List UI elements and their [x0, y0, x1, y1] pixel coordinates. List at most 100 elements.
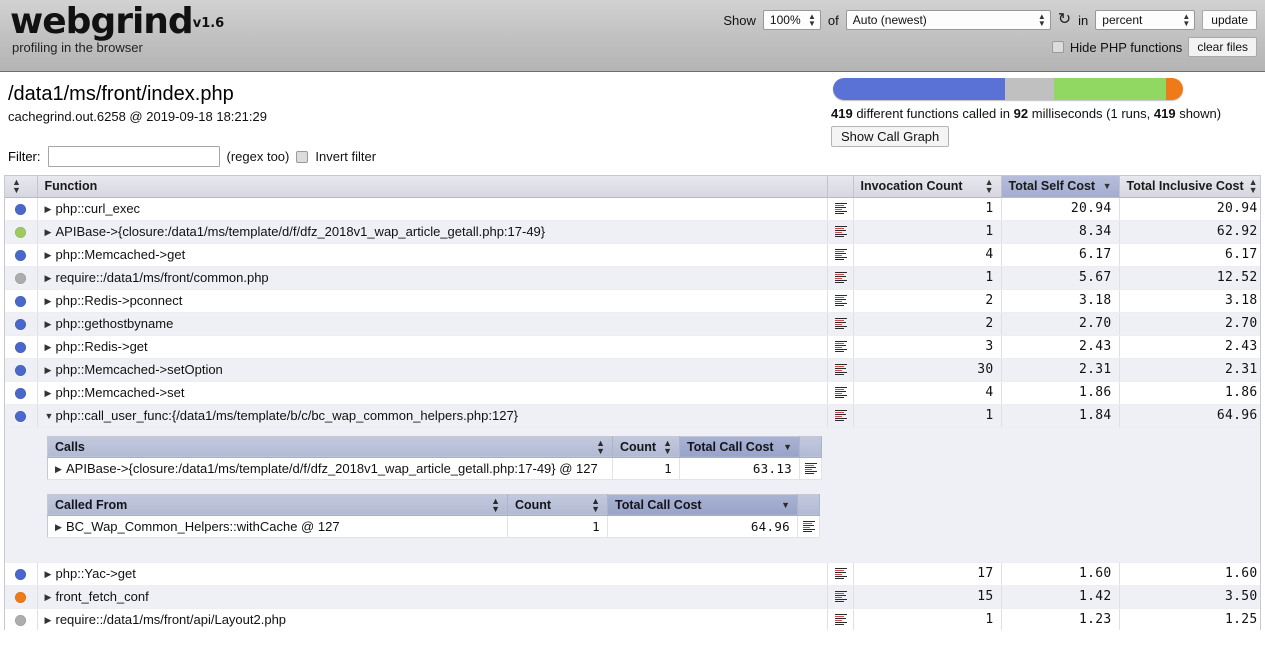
show-call-graph-button[interactable]: Show Call Graph	[831, 126, 949, 147]
source-preview-cell[interactable]	[827, 243, 853, 266]
cost-format-select[interactable]: percent ▲▼	[1095, 10, 1195, 30]
column-header-color[interactable]: ▲▼	[5, 176, 37, 197]
code-preview-icon[interactable]	[835, 410, 847, 423]
code-preview-icon[interactable]	[835, 568, 847, 581]
invocation-count-cell: 4	[853, 381, 1001, 404]
function-table-row[interactable]: ▶php::Yac->get171.601.60	[5, 562, 1261, 585]
called-from-header-name[interactable]: Called From▲▼	[48, 494, 508, 515]
source-preview-cell[interactable]	[827, 381, 853, 404]
invocation-count-cell: 4	[853, 243, 1001, 266]
function-table-row[interactable]: ▶php::Memcached->set41.861.86	[5, 381, 1261, 404]
function-name-cell[interactable]: ▶php::Memcached->get	[37, 243, 827, 266]
function-table-row[interactable]: ▶php::Memcached->setOption302.312.31	[5, 358, 1261, 381]
expand-arrow-icon[interactable]: ▶	[45, 592, 56, 603]
function-table-container[interactable]: ▲▼ Function Invocation Count ▲▼ Total Se…	[4, 175, 1261, 630]
filter-input[interactable]	[48, 146, 220, 167]
column-header-total-self-cost[interactable]: Total Self Cost ▼	[1001, 176, 1119, 197]
function-table-row[interactable]: ▼php::call_user_func:{/data1/ms/template…	[5, 404, 1261, 427]
update-button[interactable]: update	[1202, 10, 1257, 30]
code-preview-icon[interactable]	[835, 364, 847, 377]
expand-arrow-icon[interactable]: ▶	[55, 522, 66, 533]
code-preview-icon[interactable]	[835, 249, 847, 262]
source-preview-cell[interactable]	[827, 289, 853, 312]
called-from-row-icon[interactable]	[798, 515, 820, 537]
function-table-row[interactable]: ▶php::Redis->pconnect23.183.18	[5, 289, 1261, 312]
code-preview-icon[interactable]	[805, 463, 817, 476]
percentage-select[interactable]: 100% ▲▼	[763, 10, 821, 30]
code-preview-icon[interactable]	[835, 203, 847, 216]
called-from-row[interactable]: ▶BC_Wap_Common_Helpers::withCache @ 1271…	[48, 515, 820, 537]
called-from-header-cost[interactable]: Total Call Cost▼	[608, 494, 798, 515]
source-preview-cell[interactable]	[827, 585, 853, 608]
source-preview-cell[interactable]	[827, 562, 853, 585]
source-preview-cell[interactable]	[827, 335, 853, 358]
hide-php-functions-checkbox[interactable]	[1052, 41, 1064, 53]
function-name-cell[interactable]: ▶require::/data1/ms/front/api/Layout2.ph…	[37, 608, 827, 630]
expand-arrow-icon[interactable]: ▶	[45, 615, 56, 626]
function-name-cell[interactable]: ▶php::Redis->get	[37, 335, 827, 358]
code-preview-icon[interactable]	[835, 226, 847, 239]
function-table-row[interactable]: ▶require::/data1/ms/front/common.php15.6…	[5, 266, 1261, 289]
function-name-cell[interactable]: ▶APIBase->{closure:/data1/ms/template/d/…	[37, 220, 827, 243]
code-preview-icon[interactable]	[835, 591, 847, 604]
source-preview-cell[interactable]	[827, 358, 853, 381]
source-preview-cell[interactable]	[827, 312, 853, 335]
refresh-icon[interactable]: ↻	[1058, 12, 1071, 28]
column-header-function[interactable]: Function	[37, 176, 827, 197]
code-preview-icon[interactable]	[835, 614, 847, 627]
expand-arrow-icon[interactable]: ▶	[45, 388, 56, 399]
source-preview-cell[interactable]	[827, 266, 853, 289]
expand-arrow-icon[interactable]: ▶	[45, 319, 56, 330]
called-from-header-count[interactable]: Count▲▼	[508, 494, 608, 515]
code-preview-icon[interactable]	[835, 272, 847, 285]
collapse-arrow-icon[interactable]: ▼	[45, 411, 56, 421]
calls-header-count[interactable]: Count▲▼	[613, 436, 680, 457]
code-preview-icon[interactable]	[835, 341, 847, 354]
code-preview-icon[interactable]	[835, 387, 847, 400]
source-preview-cell[interactable]	[827, 197, 853, 220]
function-name-cell[interactable]: ▶php::Memcached->setOption	[37, 358, 827, 381]
column-header-total-inclusive-cost[interactable]: Total Inclusive Cost ▲▼	[1119, 176, 1261, 197]
function-table-row[interactable]: ▶front_fetch_conf151.423.50	[5, 585, 1261, 608]
function-name-cell[interactable]: ▶front_fetch_conf	[37, 585, 827, 608]
calls-row-icon[interactable]	[800, 457, 822, 479]
function-table-row[interactable]: ▶php::curl_exec120.9420.94	[5, 197, 1261, 220]
code-preview-icon[interactable]	[835, 295, 847, 308]
expand-arrow-icon[interactable]: ▶	[45, 250, 56, 261]
code-preview-icon[interactable]	[803, 521, 815, 534]
function-table-row[interactable]: ▶php::Memcached->get46.176.17	[5, 243, 1261, 266]
function-name-cell[interactable]: ▶php::Memcached->set	[37, 381, 827, 404]
calls-row-name[interactable]: ▶APIBase->{closure:/data1/ms/template/d/…	[48, 457, 613, 479]
function-name-cell[interactable]: ▶require::/data1/ms/front/common.php	[37, 266, 827, 289]
expand-arrow-icon[interactable]: ▶	[45, 204, 56, 215]
invert-filter-checkbox[interactable]	[296, 151, 308, 163]
expand-arrow-icon[interactable]: ▶	[45, 342, 56, 353]
expand-arrow-icon[interactable]: ▶	[45, 365, 56, 376]
expand-arrow-icon[interactable]: ▶	[45, 296, 56, 307]
code-preview-icon[interactable]	[835, 318, 847, 331]
trace-file-select[interactable]: Auto (newest) ▲▼	[846, 10, 1051, 30]
source-preview-cell[interactable]	[827, 220, 853, 243]
function-name-cell[interactable]: ▶php::Yac->get	[37, 562, 827, 585]
expand-arrow-icon[interactable]: ▶	[45, 227, 56, 238]
clear-files-button[interactable]: clear files	[1188, 37, 1257, 57]
function-type-dot-cell	[5, 562, 37, 585]
calls-row[interactable]: ▶APIBase->{closure:/data1/ms/template/d/…	[48, 457, 822, 479]
expand-arrow-icon[interactable]: ▶	[55, 464, 66, 475]
function-table-row[interactable]: ▶APIBase->{closure:/data1/ms/template/d/…	[5, 220, 1261, 243]
expand-arrow-icon[interactable]: ▶	[45, 569, 56, 580]
calls-header-cost[interactable]: Total Call Cost▼	[680, 436, 800, 457]
source-preview-cell[interactable]	[827, 404, 853, 427]
expand-arrow-icon[interactable]: ▶	[45, 273, 56, 284]
column-header-invocation-count[interactable]: Invocation Count ▲▼	[853, 176, 1001, 197]
function-name-cell[interactable]: ▶php::curl_exec	[37, 197, 827, 220]
function-name-cell[interactable]: ▼php::call_user_func:{/data1/ms/template…	[37, 404, 827, 427]
called-from-row-name[interactable]: ▶BC_Wap_Common_Helpers::withCache @ 127	[48, 515, 508, 537]
function-table-row[interactable]: ▶require::/data1/ms/front/api/Layout2.ph…	[5, 608, 1261, 630]
function-name-cell[interactable]: ▶php::gethostbyname	[37, 312, 827, 335]
calls-header-name[interactable]: Calls▲▼	[48, 436, 613, 457]
source-preview-cell[interactable]	[827, 608, 853, 630]
function-name-cell[interactable]: ▶php::Redis->pconnect	[37, 289, 827, 312]
function-table-row[interactable]: ▶php::gethostbyname22.702.70	[5, 312, 1261, 335]
function-table-row[interactable]: ▶php::Redis->get32.432.43	[5, 335, 1261, 358]
